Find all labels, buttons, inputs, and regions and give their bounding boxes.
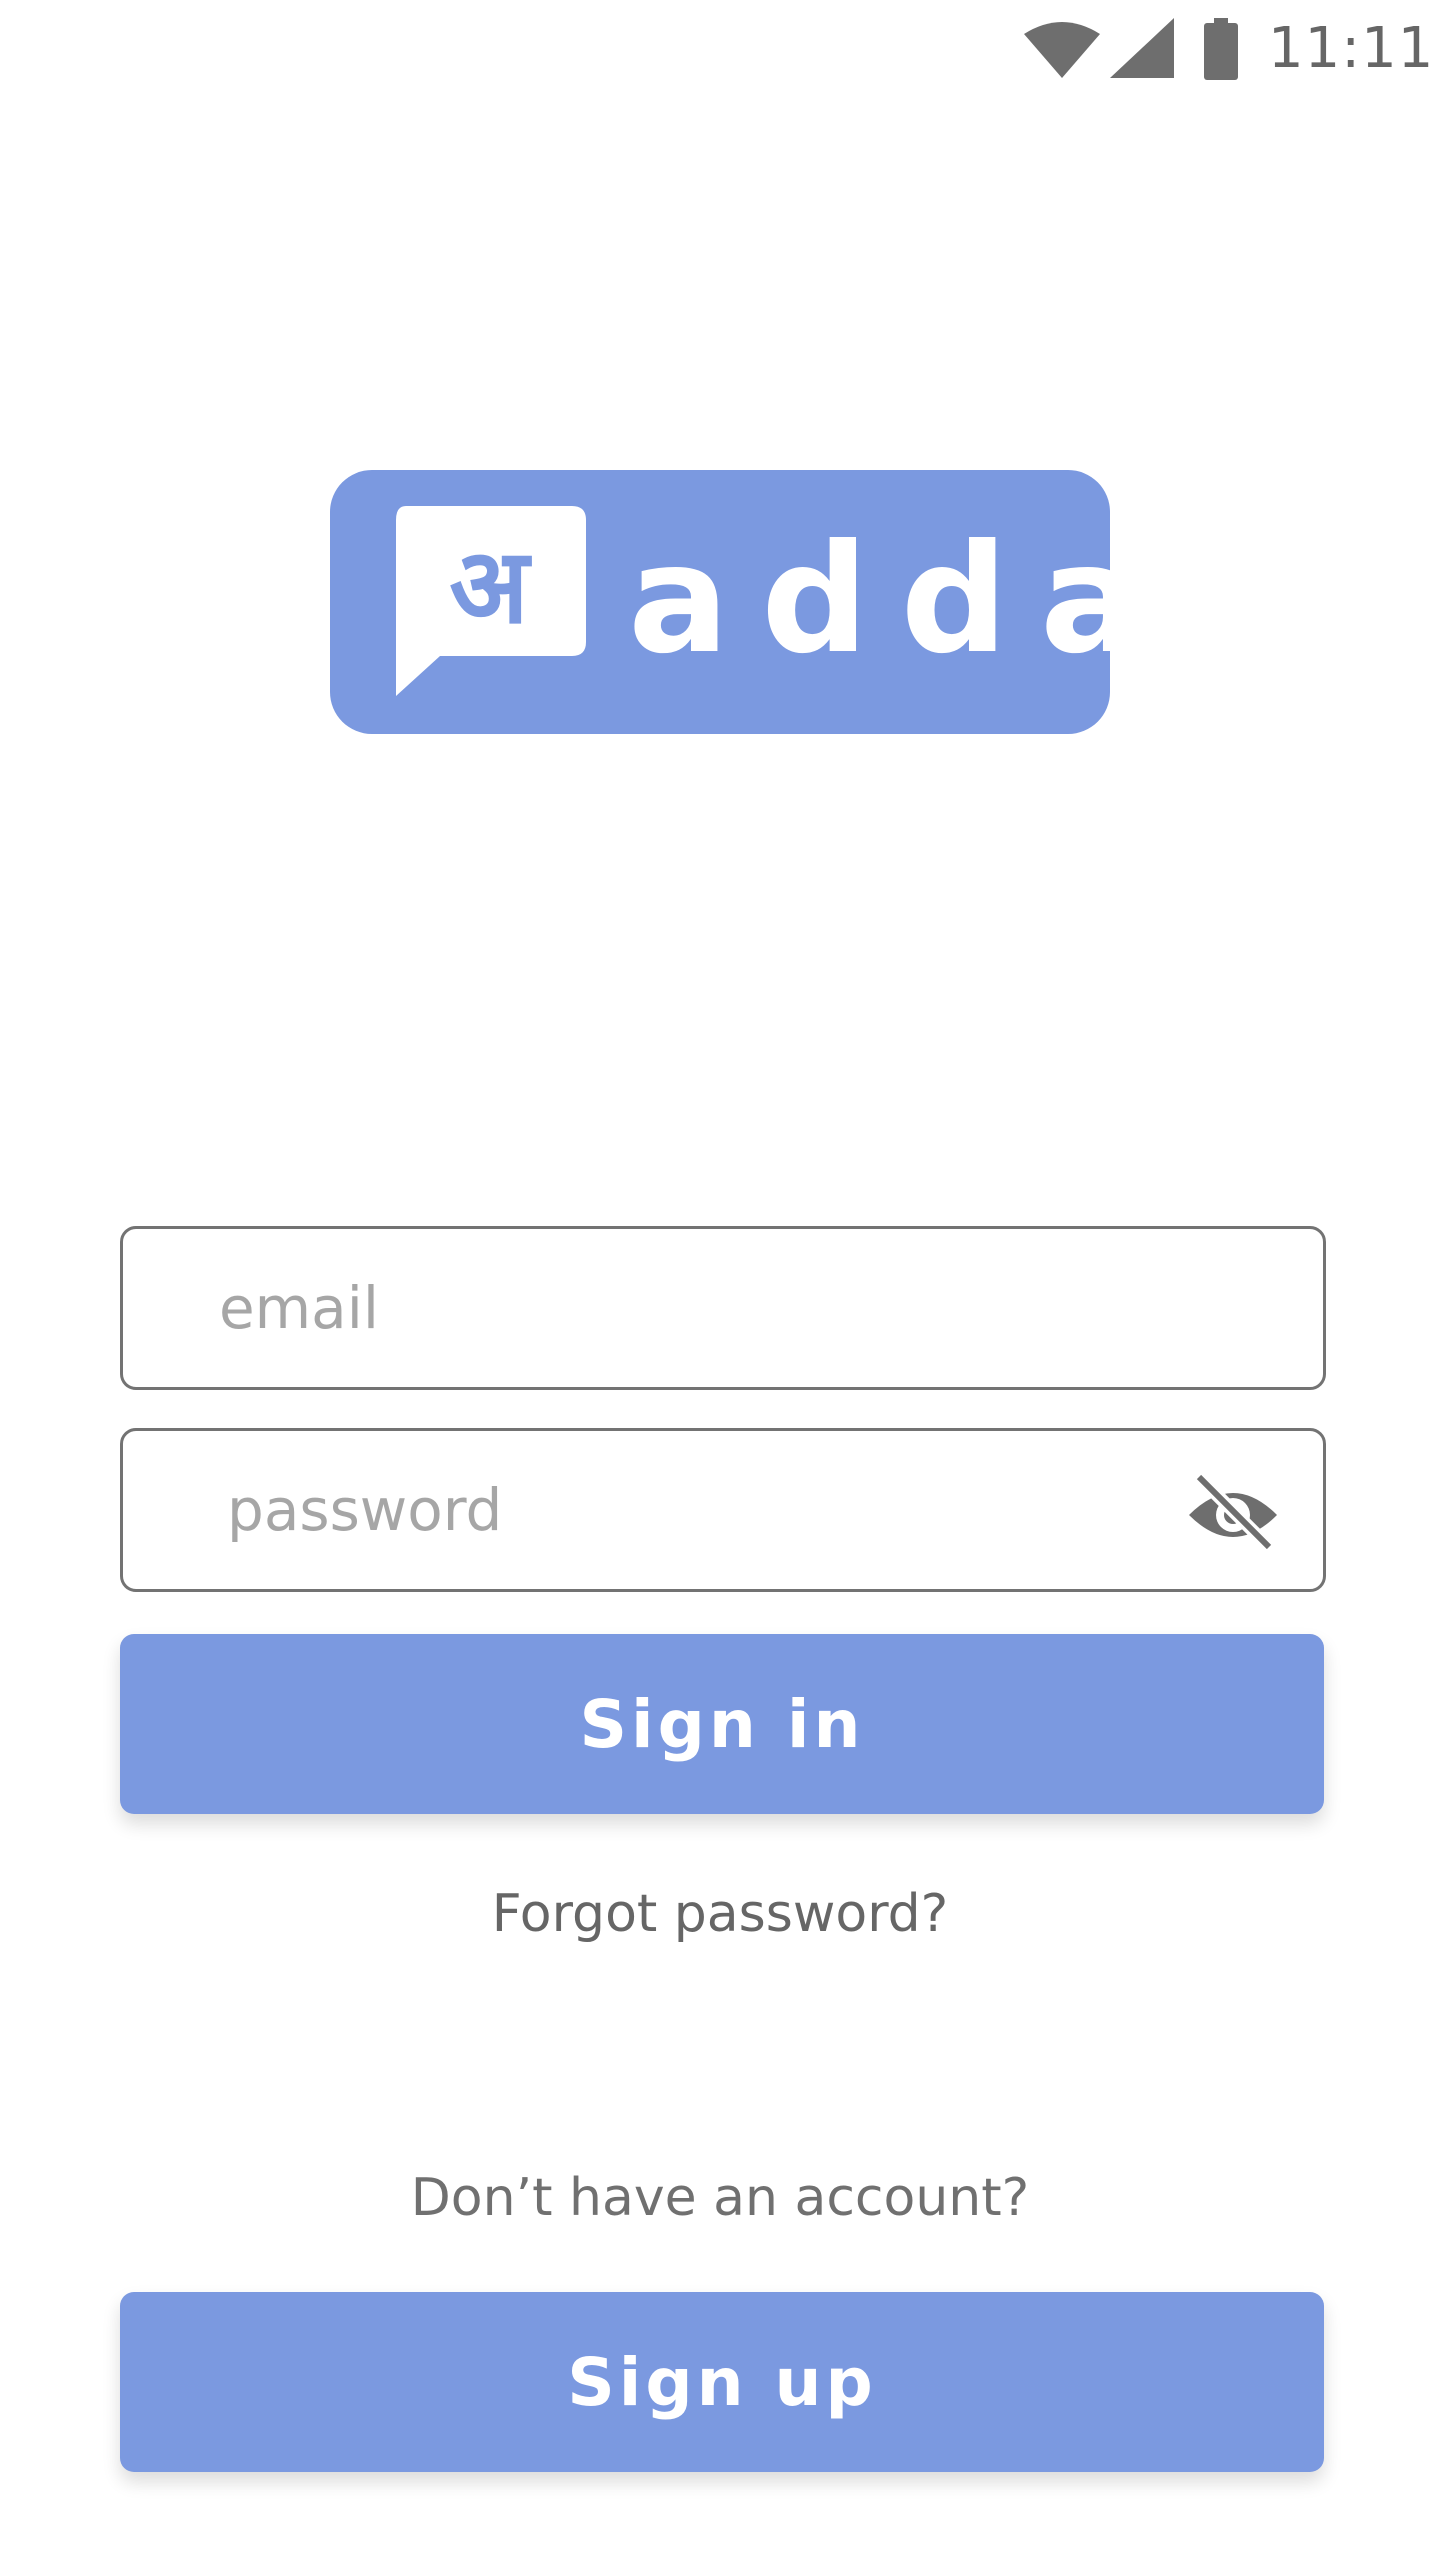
email-field-container [120, 1226, 1326, 1390]
logo-glyph: अ [449, 525, 532, 647]
visibility-off-icon[interactable] [1185, 1471, 1281, 1549]
battery-icon [1204, 18, 1238, 80]
wifi-icon [1024, 22, 1100, 78]
password-field-container [120, 1428, 1326, 1592]
speech-bubble-logo-icon: अ [396, 506, 586, 696]
status-bar: 11:11 [0, 0, 1440, 98]
no-account-prompt: Don’t have an account? [410, 2168, 1030, 2228]
logo-wordmark: adda [628, 513, 1174, 687]
sign-up-button[interactable]: Sign up [120, 2292, 1324, 2472]
sign-in-button[interactable]: Sign in [120, 1634, 1324, 1814]
forgot-password-link[interactable]: Forgot password? [0, 1884, 1440, 1944]
email-input[interactable] [123, 1229, 1323, 1387]
cellular-signal-icon [1110, 18, 1174, 78]
app-logo: अ adda [330, 470, 1141, 734]
status-time: 11:11 [1268, 16, 1435, 81]
password-input[interactable] [123, 1431, 1323, 1589]
